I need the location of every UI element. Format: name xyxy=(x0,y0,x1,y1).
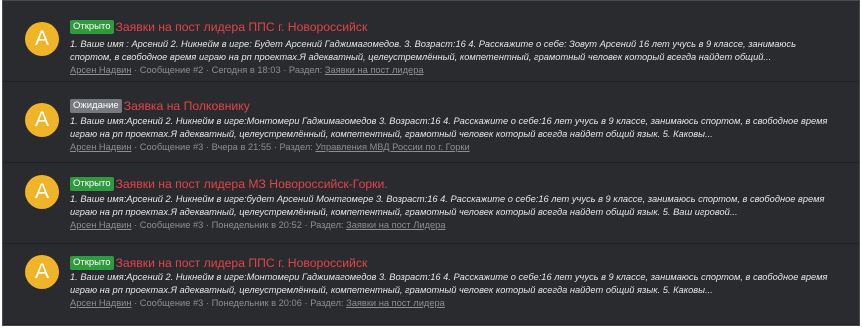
message-number: Сообщение #3 xyxy=(139,298,204,308)
section-label: Раздел: xyxy=(310,298,344,308)
post-date: Сегодня в 18:03 xyxy=(211,65,281,75)
thread-meta: Арсен Надвин · Сообщение #3 · Вчера в 21… xyxy=(70,141,470,154)
separator-dot: · xyxy=(205,220,210,230)
section-link[interactable]: Управления МВД России по г. Горки xyxy=(315,142,469,152)
status-badge: Открыто xyxy=(70,176,114,191)
section-label: Раздел: xyxy=(288,65,323,75)
section-link[interactable]: Заявки на пост Лидера xyxy=(346,220,445,230)
thread-snippet: 1. Ваше имя:Арсений 2. Никнейм в игре:бу… xyxy=(70,194,825,217)
post-date: Понедельник в 20:52 xyxy=(211,220,302,230)
thread-title-row: Открыто Заявки на пост лидера ППС г. Ново… xyxy=(70,18,367,34)
message-number: Сообщение #3 xyxy=(139,220,204,230)
avatar[interactable]: A xyxy=(25,255,59,289)
separator-dot: · xyxy=(205,142,210,152)
author-link[interactable]: Арсен Надвин xyxy=(70,142,131,152)
thread-meta: Арсен Надвин · Сообщение #3 · Понедельни… xyxy=(70,297,445,310)
thread-snippet: 1. Ваше имя:Арсений 2. Никнейм в игре:Мо… xyxy=(70,272,828,295)
author-link[interactable]: Арсен Надвин xyxy=(70,298,131,308)
post-date: Вчера в 21:55 xyxy=(211,142,272,152)
status-badge: Ожидание xyxy=(70,98,122,113)
section-label: Раздел: xyxy=(310,220,344,230)
separator-dot: · xyxy=(304,298,308,308)
separator-dot: · xyxy=(205,65,210,75)
separator-dot: · xyxy=(134,142,138,152)
avatar[interactable]: A xyxy=(25,103,59,137)
thread-title-link[interactable]: Заявки на пост лидера МЗ Новороссийск-Го… xyxy=(116,177,388,191)
avatar[interactable]: A xyxy=(25,22,59,56)
separator-dot: · xyxy=(304,220,308,230)
message-number: Сообщение #2 xyxy=(139,65,204,75)
status-badge: Открыто xyxy=(70,19,114,34)
list-item: A Открыто Заявки на пост лидера ППС г. Но… xyxy=(3,1,859,82)
thread-title-row: Открыто Заявки на пост лидера ППС г. Ново… xyxy=(70,254,367,270)
section-link[interactable]: Заявки на пост лидера xyxy=(325,65,424,75)
status-badge: Открыто xyxy=(70,255,114,270)
separator-dot: · xyxy=(273,142,277,152)
thread-title-link[interactable]: Заявки на пост лидера ППС г. Новороссийс… xyxy=(116,20,368,34)
thread-meta: Арсен Надвин · Сообщение #2 · Сегодня в … xyxy=(70,64,424,77)
author-link[interactable]: Арсен Надвин xyxy=(70,65,131,75)
separator-dot: · xyxy=(205,298,210,308)
section-link[interactable]: Заявки на пост лидера xyxy=(346,298,445,308)
separator-dot: · xyxy=(134,65,138,75)
message-number: Сообщение #3 xyxy=(139,142,204,152)
thread-snippet: 1. Ваше имя:Арсений 2. Никнейм в игре:Мо… xyxy=(70,116,828,139)
thread-title-row: Ожидание Заявка на Полковнику xyxy=(70,97,250,113)
separator-dot: · xyxy=(134,298,138,308)
separator-dot: · xyxy=(283,65,287,75)
thread-title-link[interactable]: Заявки на пост лидера ППС г. Новороссийс… xyxy=(116,256,368,270)
thread-meta: Арсен Надвин · Сообщение #3 · Понедельни… xyxy=(70,219,446,232)
thread-title-row: Открыто Заявки на пост лидера МЗ Новоросс… xyxy=(70,175,388,191)
author-link[interactable]: Арсен Надвин xyxy=(70,220,131,230)
list-item: A Открыто Заявки на пост лидера МЗ Новоро… xyxy=(3,163,859,244)
list-item: A Открыто Заявки на пост лидера ППС г. Но… xyxy=(3,244,859,325)
thread-title-link[interactable]: Заявка на Полковнику xyxy=(124,99,250,113)
thread-snippet: 1. Ваше имя : Арсений 2. Никнейм в игре:… xyxy=(70,39,796,62)
post-date: Понедельник в 20:06 xyxy=(211,298,302,308)
section-label: Раздел: xyxy=(279,142,313,152)
search-results-list: A Открыто Заявки на пост лидера ППС г. Но… xyxy=(2,0,860,326)
list-item: A Ожидание Заявка на Полковнику 1. Ваше и… xyxy=(3,82,859,163)
separator-dot: · xyxy=(134,220,138,230)
avatar[interactable]: A xyxy=(25,175,59,209)
